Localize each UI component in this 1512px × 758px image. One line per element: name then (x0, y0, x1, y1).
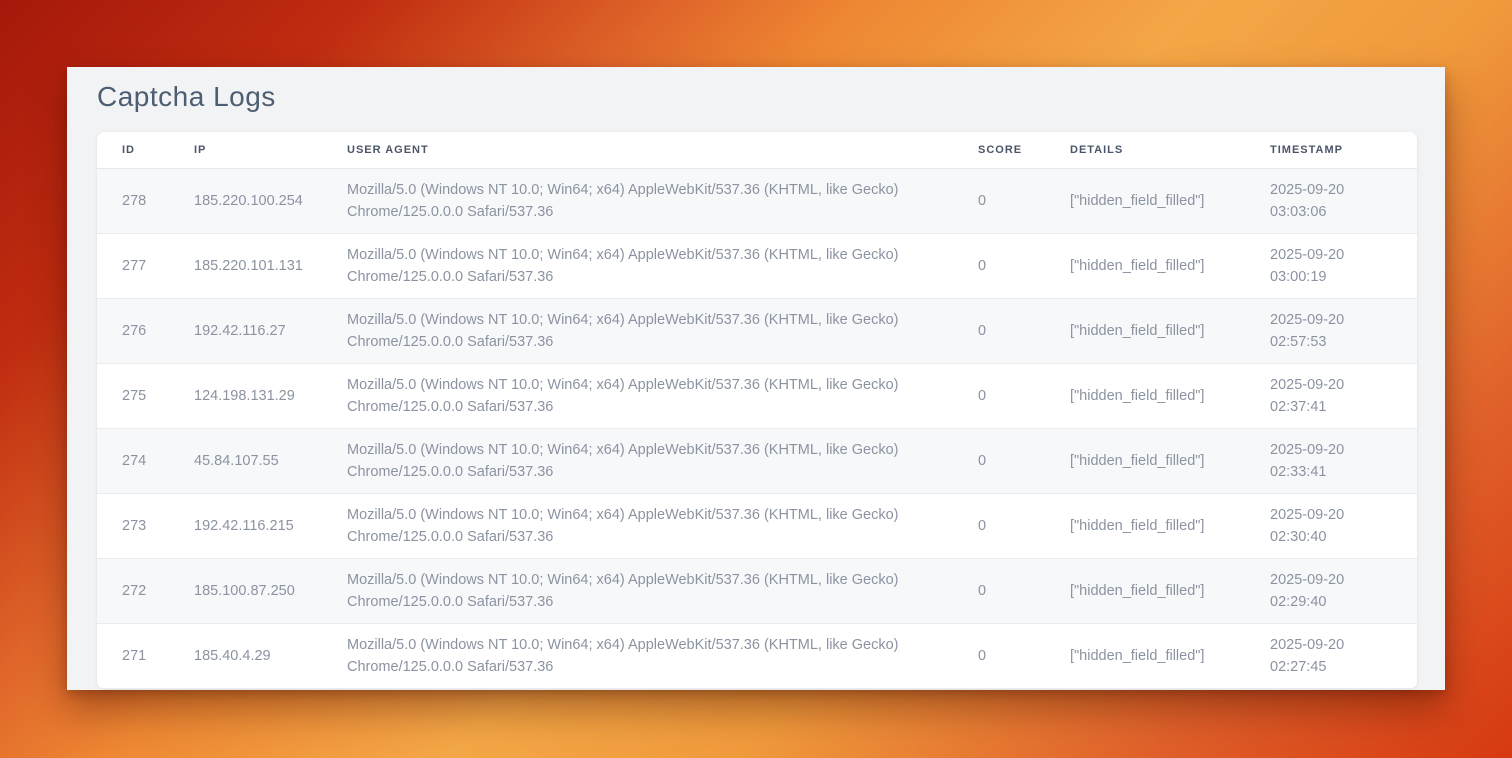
cell-score: 0 (953, 299, 1045, 364)
cell-details: ["hidden_field_filled"] (1045, 234, 1245, 299)
column-header-ip: IP (169, 132, 322, 169)
cell-ip: 192.42.116.215 (169, 494, 322, 559)
cell-user_agent: Mozilla/5.0 (Windows NT 10.0; Win64; x64… (322, 624, 953, 689)
column-header-score: SCORE (953, 132, 1045, 169)
cell-score: 0 (953, 494, 1045, 559)
cell-user_agent: Mozilla/5.0 (Windows NT 10.0; Win64; x64… (322, 169, 953, 234)
table-row: 273192.42.116.215Mozilla/5.0 (Windows NT… (97, 494, 1417, 559)
cell-details: ["hidden_field_filled"] (1045, 559, 1245, 624)
cell-user_agent: Mozilla/5.0 (Windows NT 10.0; Win64; x64… (322, 299, 953, 364)
cell-ip: 45.84.107.55 (169, 429, 322, 494)
captcha-logs-table: IDIPUSER AGENTSCOREDETAILSTIMESTAMP 2781… (97, 132, 1417, 689)
cell-details: ["hidden_field_filled"] (1045, 364, 1245, 429)
table-row: 272185.100.87.250Mozilla/5.0 (Windows NT… (97, 559, 1417, 624)
table-header-row: IDIPUSER AGENTSCOREDETAILSTIMESTAMP (97, 132, 1417, 169)
cell-score: 0 (953, 429, 1045, 494)
table-row: 276192.42.116.27Mozilla/5.0 (Windows NT … (97, 299, 1417, 364)
cell-details: ["hidden_field_filled"] (1045, 299, 1245, 364)
cell-timestamp: 2025-09-20 02:27:45 (1245, 624, 1417, 689)
column-header-details: DETAILS (1045, 132, 1245, 169)
table-row: 278185.220.100.254Mozilla/5.0 (Windows N… (97, 169, 1417, 234)
cell-details: ["hidden_field_filled"] (1045, 624, 1245, 689)
cell-timestamp: 2025-09-20 03:03:06 (1245, 169, 1417, 234)
cell-timestamp: 2025-09-20 02:30:40 (1245, 494, 1417, 559)
cell-score: 0 (953, 364, 1045, 429)
cell-id: 274 (97, 429, 169, 494)
table-body: 278185.220.100.254Mozilla/5.0 (Windows N… (97, 169, 1417, 689)
table-header: IDIPUSER AGENTSCOREDETAILSTIMESTAMP (97, 132, 1417, 169)
cell-details: ["hidden_field_filled"] (1045, 169, 1245, 234)
captcha-logs-table-container: IDIPUSER AGENTSCOREDETAILSTIMESTAMP 2781… (97, 132, 1417, 689)
cell-id: 275 (97, 364, 169, 429)
table-row: 27445.84.107.55Mozilla/5.0 (Windows NT 1… (97, 429, 1417, 494)
table-row: 277185.220.101.131Mozilla/5.0 (Windows N… (97, 234, 1417, 299)
cell-score: 0 (953, 624, 1045, 689)
cell-details: ["hidden_field_filled"] (1045, 429, 1245, 494)
column-header-id: ID (97, 132, 169, 169)
cell-user_agent: Mozilla/5.0 (Windows NT 10.0; Win64; x64… (322, 494, 953, 559)
captcha-logs-card: Captcha Logs IDIPUSER AGENTSCOREDETAILST… (67, 67, 1445, 690)
cell-score: 0 (953, 559, 1045, 624)
cell-score: 0 (953, 169, 1045, 234)
cell-ip: 185.220.101.131 (169, 234, 322, 299)
cell-ip: 124.198.131.29 (169, 364, 322, 429)
cell-ip: 185.220.100.254 (169, 169, 322, 234)
cell-id: 276 (97, 299, 169, 364)
cell-id: 278 (97, 169, 169, 234)
cell-timestamp: 2025-09-20 02:37:41 (1245, 364, 1417, 429)
cell-details: ["hidden_field_filled"] (1045, 494, 1245, 559)
cell-timestamp: 2025-09-20 02:57:53 (1245, 299, 1417, 364)
cell-user_agent: Mozilla/5.0 (Windows NT 10.0; Win64; x64… (322, 364, 953, 429)
cell-ip: 185.40.4.29 (169, 624, 322, 689)
cell-user_agent: Mozilla/5.0 (Windows NT 10.0; Win64; x64… (322, 429, 953, 494)
cell-ip: 192.42.116.27 (169, 299, 322, 364)
column-header-user_agent: USER AGENT (322, 132, 953, 169)
table-row: 271185.40.4.29Mozilla/5.0 (Windows NT 10… (97, 624, 1417, 689)
cell-timestamp: 2025-09-20 03:00:19 (1245, 234, 1417, 299)
page-background: Captcha Logs IDIPUSER AGENTSCOREDETAILST… (0, 0, 1512, 758)
cell-timestamp: 2025-09-20 02:29:40 (1245, 559, 1417, 624)
cell-id: 271 (97, 624, 169, 689)
cell-id: 273 (97, 494, 169, 559)
cell-user_agent: Mozilla/5.0 (Windows NT 10.0; Win64; x64… (322, 559, 953, 624)
table-row: 275124.198.131.29Mozilla/5.0 (Windows NT… (97, 364, 1417, 429)
cell-timestamp: 2025-09-20 02:33:41 (1245, 429, 1417, 494)
page-title: Captcha Logs (97, 81, 276, 113)
cell-ip: 185.100.87.250 (169, 559, 322, 624)
cell-user_agent: Mozilla/5.0 (Windows NT 10.0; Win64; x64… (322, 234, 953, 299)
cell-score: 0 (953, 234, 1045, 299)
cell-id: 277 (97, 234, 169, 299)
cell-id: 272 (97, 559, 169, 624)
column-header-timestamp: TIMESTAMP (1245, 132, 1417, 169)
